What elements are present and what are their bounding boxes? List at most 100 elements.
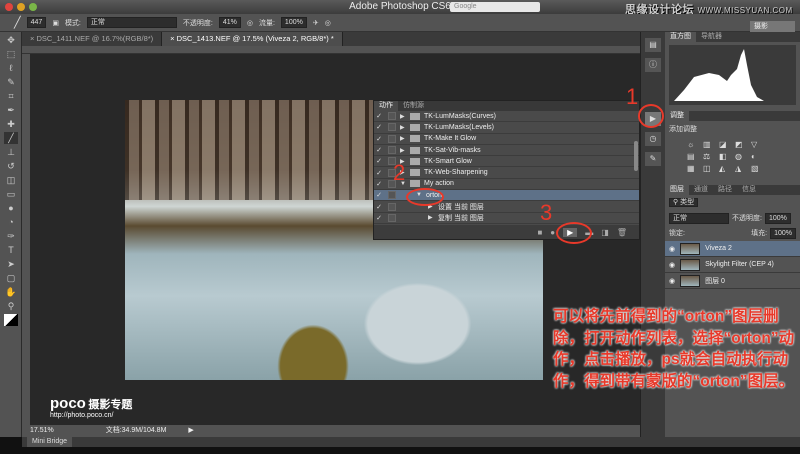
dialog-toggle[interactable] [388, 123, 396, 132]
adjustment-icon[interactable]: ⚖ [703, 152, 715, 161]
toggle-check-icon[interactable]: ✓ [374, 169, 384, 177]
history-panel-icon[interactable]: ◷ [645, 132, 661, 146]
adjustment-icon[interactable]: ▽ [751, 140, 763, 149]
delete-icon[interactable]: 🗑 [617, 228, 627, 237]
info-panel-icon[interactable]: ⓘ [645, 58, 661, 72]
eye-icon[interactable]: ◉ [669, 245, 675, 253]
tab-layers[interactable]: 图层 [665, 185, 689, 195]
brush-tool-icon[interactable]: ╱ [14, 16, 21, 29]
dialog-toggle[interactable] [388, 146, 396, 155]
quick-select-tool-icon[interactable]: ✎ [4, 76, 18, 88]
zoom-level[interactable]: 17.51% [30, 427, 54, 434]
action-row[interactable]: ✓ ▶ 复制 当前 图层 [374, 213, 639, 224]
tab-channels[interactable]: 通道 [689, 185, 713, 195]
action-row[interactable]: ✓ ▶ TK-Smart Glow [374, 156, 639, 168]
dialog-toggle[interactable] [388, 202, 396, 211]
color-swatches[interactable] [4, 314, 18, 326]
adjustment-icon[interactable]: ▥ [703, 140, 715, 149]
dialog-toggle[interactable] [388, 191, 396, 200]
layer-opacity-input[interactable]: 100% [764, 213, 791, 224]
tab-paths[interactable]: 路径 [713, 185, 737, 195]
type-tool-icon[interactable]: T [4, 244, 18, 256]
toggle-check-icon[interactable]: ✓ [374, 146, 384, 154]
layer-filter-select[interactable]: ⚲ 类型 [669, 198, 699, 207]
close-window-button[interactable] [5, 3, 13, 11]
toggle-check-icon[interactable]: ✓ [374, 180, 384, 188]
action-row[interactable]: ✓ ▼ My action [374, 179, 639, 191]
toggle-check-icon[interactable]: ✓ [374, 203, 384, 211]
action-row[interactable]: ✓ ▶ TK-Web-Sharpening [374, 167, 639, 179]
adjustment-icon[interactable]: ◧ [719, 152, 731, 161]
toggle-check-icon[interactable]: ✓ [374, 191, 384, 199]
dodge-tool-icon[interactable]: ◔ [4, 216, 18, 228]
toggle-check-icon[interactable]: ✓ [374, 123, 384, 131]
pen-tool-icon[interactable]: ✑ [4, 230, 18, 242]
brush-tool-icon[interactable]: ╱ [4, 132, 18, 144]
minimize-window-button[interactable] [17, 3, 25, 11]
workspace-select[interactable]: 摄影 [750, 21, 795, 32]
expand-triangle-icon[interactable]: ▶ [400, 135, 410, 142]
expand-triangle-icon[interactable]: ▶ [400, 124, 410, 131]
action-row[interactable]: ✓ ▶ TK-Sat-Vib-masks [374, 145, 639, 157]
lasso-tool-icon[interactable]: ℓ [4, 62, 18, 74]
search-input[interactable]: Google [450, 2, 540, 12]
new-action-icon[interactable]: ◨ [601, 228, 609, 237]
eraser-tool-icon[interactable]: ◫ [4, 174, 18, 186]
stop-icon[interactable]: ■ [537, 228, 542, 237]
adjustment-icon[interactable]: ◮ [735, 164, 747, 173]
adjustment-icon[interactable]: ▧ [751, 164, 763, 173]
toggle-check-icon[interactable]: ✓ [374, 112, 384, 120]
eye-icon[interactable]: ◉ [669, 261, 675, 269]
adjustment-icon[interactable]: ◪ [719, 140, 731, 149]
tab-histogram[interactable]: 直方图 [665, 32, 696, 42]
fill-input[interactable]: 100% [770, 228, 796, 239]
brush-presets-icon[interactable]: ✎ [645, 152, 661, 166]
mode-select[interactable]: 正常 [86, 17, 177, 28]
opacity-input[interactable]: 41% [218, 17, 241, 28]
move-tool-icon[interactable]: ✥ [4, 34, 18, 46]
expand-triangle-icon[interactable]: ▶ [428, 214, 438, 221]
pressure-opacity-icon[interactable]: ◎ [247, 19, 253, 27]
stamp-tool-icon[interactable]: ⊥ [4, 146, 18, 158]
zoom-tool-icon[interactable]: ⚲ [4, 300, 18, 312]
expand-triangle-icon[interactable]: ▶ [400, 147, 410, 154]
hand-tool-icon[interactable]: ✋ [4, 286, 18, 298]
doc-tab-active[interactable]: × DSC_1413.NEF @ 17.5% (Viveza 2, RGB/8*… [162, 32, 343, 46]
toggle-check-icon[interactable]: ✓ [374, 214, 384, 222]
histogram-panel-icon[interactable]: ▤ [645, 38, 661, 52]
adjustment-icon[interactable]: ▤ [687, 152, 699, 161]
adjustment-icon[interactable]: ☼ [687, 140, 699, 149]
crop-tool-icon[interactable]: ⌗ [4, 90, 18, 102]
tab-info[interactable]: 信息 [737, 185, 761, 195]
blend-mode-select[interactable]: 正常 [669, 213, 729, 224]
action-row[interactable]: ✓ ▶ TK-LumMasks(Curves) [374, 111, 639, 123]
marquee-tool-icon[interactable]: ⬚ [4, 48, 18, 60]
mini-bridge-tab[interactable]: Mini Bridge [27, 437, 73, 447]
shape-tool-icon[interactable]: ▢ [4, 272, 18, 284]
adjustment-icon[interactable]: ◐ [751, 152, 763, 161]
status-menu-icon[interactable]: ▶ [188, 427, 193, 434]
eyedropper-tool-icon[interactable]: ✒ [4, 104, 18, 116]
dialog-toggle[interactable] [388, 112, 396, 121]
dialog-toggle[interactable] [388, 213, 396, 222]
brush-panel-icon[interactable]: ▣ [52, 19, 59, 27]
tab-clone-source[interactable]: 仿制源 [398, 101, 429, 111]
flow-input[interactable]: 100% [280, 17, 307, 28]
adjustment-icon[interactable]: ◍ [735, 152, 747, 161]
zoom-window-button[interactable] [29, 3, 37, 11]
blur-tool-icon[interactable]: ● [4, 202, 18, 214]
adjustment-icon[interactable]: ◩ [735, 140, 747, 149]
action-row[interactable]: ✓ ▶ TK-Make It Glow [374, 134, 639, 145]
layer-row[interactable]: ◉ Viveza 2 [665, 241, 800, 257]
expand-triangle-icon[interactable]: ▶ [400, 113, 410, 120]
airbrush-icon[interactable]: ✈ [313, 19, 319, 27]
record-icon[interactable]: ● [550, 228, 555, 237]
tab-adjustments[interactable]: 调整 [665, 111, 689, 121]
layer-row[interactable]: ◉ Skylight Filter (CEP 4) [665, 257, 800, 273]
history-brush-icon[interactable]: ↺ [4, 160, 18, 172]
actions-scrollbar[interactable] [634, 141, 638, 171]
adjustment-icon[interactable]: ▦ [687, 164, 699, 173]
tab-actions[interactable]: 动作 [374, 101, 398, 111]
eye-icon[interactable]: ◉ [669, 277, 675, 285]
toggle-check-icon[interactable]: ✓ [374, 135, 384, 143]
